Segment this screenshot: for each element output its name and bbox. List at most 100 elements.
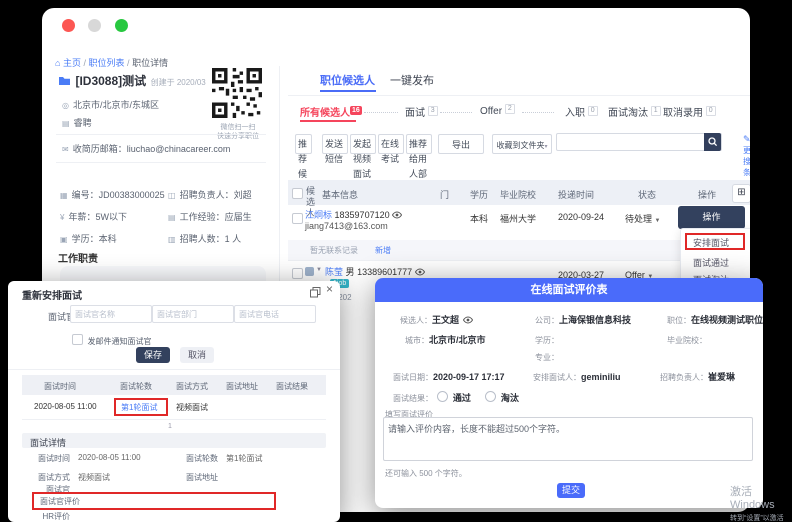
- window-controls: [62, 19, 137, 37]
- row2-checkbox[interactable]: [292, 268, 303, 279]
- field-degree: 学历：: [535, 330, 559, 348]
- subtab-interview[interactable]: 面试 3: [405, 104, 438, 119]
- row1-status-dropdown[interactable]: 待处理 ▼: [625, 212, 660, 225]
- home-icon[interactable]: ⌂: [55, 58, 60, 68]
- fail-label[interactable]: 淘汰: [501, 393, 519, 403]
- briefcase-icon: ▤: [168, 213, 176, 222]
- subtab-all-candidates[interactable]: 所有候选人16: [300, 104, 362, 119]
- th-result: 面试结果: [276, 381, 308, 392]
- recommend-candidate-button[interactable]: 推荐候选人: [295, 134, 312, 154]
- menu-item-interview-pass[interactable]: 面试通过: [693, 256, 729, 269]
- search-button[interactable]: [704, 133, 721, 151]
- badge-interview: 3: [428, 106, 438, 116]
- search-icon: [708, 137, 717, 146]
- select-all-checkbox[interactable]: [292, 188, 303, 199]
- field-candidate: 候选人：王文超: [400, 310, 473, 328]
- column-settings-button[interactable]: ⊞: [732, 184, 750, 203]
- add-contact-link[interactable]: 新增: [375, 245, 391, 256]
- pipeline-connector: [440, 112, 472, 114]
- breadcrumb: ⌂ 主页 / 职位列表 / 职位详情: [55, 56, 168, 69]
- col-apply-date: 投递时间: [558, 188, 594, 201]
- job-id-field: ▦编号：JD00383000025: [60, 188, 165, 201]
- search-input[interactable]: [556, 133, 722, 151]
- expand-row-icon[interactable]: ▼: [316, 267, 322, 273]
- round-link[interactable]: 第1轮面试: [121, 402, 166, 413]
- job-location-row: ◎北京市/北京市/东城区: [62, 98, 159, 111]
- comment-textarea[interactable]: [383, 417, 753, 461]
- pagination[interactable]: 1: [168, 423, 172, 430]
- fail-radio[interactable]: [485, 391, 496, 402]
- pass-radio[interactable]: [437, 391, 448, 402]
- col-status: 状态: [638, 188, 656, 201]
- th-method: 面试方式: [176, 381, 208, 392]
- breadcrumb-job-list[interactable]: 职位列表: [89, 58, 125, 68]
- grid-icon: ⊞: [737, 187, 745, 198]
- candidate-name-link[interactable]: 陈莹: [325, 267, 343, 277]
- close-window-icon[interactable]: [62, 19, 75, 32]
- row1-action-button[interactable]: 操作: [678, 206, 745, 229]
- favorite-folder-dropdown[interactable]: 收藏到文件夹▾: [492, 134, 552, 154]
- save-button[interactable]: 保存: [136, 347, 170, 363]
- recommend-to-dept-button[interactable]: 推荐给用人部门: [406, 134, 432, 154]
- resume-doc-icon[interactable]: [305, 267, 314, 276]
- breadcrumb-sep: /: [127, 58, 130, 68]
- col-door: 门: [440, 188, 449, 201]
- badge-offer: 2: [505, 104, 515, 114]
- online-exam-button[interactable]: 在线考试: [378, 134, 404, 154]
- candidate-name-link[interactable]: 江炯标: [305, 210, 332, 220]
- building-icon: ▤: [62, 119, 70, 128]
- field-position: 职位：在线视频测试职位: [667, 310, 763, 328]
- eye-icon[interactable]: [392, 211, 402, 219]
- minimize-window-icon[interactable]: [88, 19, 101, 32]
- job-company-row: ▤ 睿聘: [62, 116, 92, 129]
- chevron-down-icon: ▾: [544, 144, 547, 150]
- th-round: 面试轮数: [120, 381, 152, 392]
- tab-publish[interactable]: 一键发布: [390, 72, 434, 88]
- export-button[interactable]: 导出: [438, 134, 484, 154]
- notify-checkbox[interactable]: [72, 334, 83, 345]
- eye-icon[interactable]: [463, 316, 473, 324]
- detail-hr-label: HR评价: [22, 511, 70, 522]
- job-exp-field: ▤工作经验：应届生: [168, 210, 252, 223]
- interviewer-phone-input[interactable]: [234, 305, 316, 323]
- submit-button[interactable]: 提交: [557, 483, 585, 498]
- field-school: 毕业院校：: [667, 330, 707, 348]
- menu-item-schedule-interview[interactable]: 安排面试: [693, 236, 743, 249]
- degree-icon: ▣: [60, 235, 68, 244]
- close-icon[interactable]: ×: [326, 282, 333, 296]
- expand-icon[interactable]: [310, 287, 321, 298]
- job-company: 睿聘: [74, 118, 92, 128]
- divider: [8, 369, 340, 370]
- interviewer-dept-input[interactable]: [152, 305, 234, 323]
- folder-icon: [58, 75, 71, 86]
- windows-watermark: 激活 Windows 转到“设置”以激活 Windows。: [730, 483, 792, 522]
- detail-title: 面试详情: [30, 436, 66, 449]
- tab-candidates[interactable]: 职位候选人: [320, 72, 375, 88]
- breadcrumb-job-detail: 职位详情: [132, 58, 168, 68]
- divider: [56, 134, 266, 135]
- pass-label[interactable]: 通过: [453, 393, 471, 403]
- cancel-button[interactable]: 取消: [180, 347, 214, 363]
- divider: [288, 95, 750, 96]
- candidate-gender: 男: [346, 267, 355, 277]
- more-filters-button[interactable]: ✎ 更多搜索条件: [743, 134, 750, 178]
- eye-icon[interactable]: [415, 268, 425, 276]
- email-value: liuchao@chinacareer.com: [127, 144, 231, 154]
- subtab-cancelled[interactable]: 取消录用 0: [663, 104, 716, 119]
- field-owner: 招聘负责人：崔爱琳: [660, 367, 735, 385]
- subtab-rejected[interactable]: 面试淘汰 1: [608, 104, 661, 119]
- candidate-phone: 18359707120: [335, 210, 390, 220]
- start-video-interview-button[interactable]: 发起视频面试: [350, 134, 376, 154]
- subtab-offer[interactable]: Offer 2: [480, 104, 515, 117]
- badge-all: 16: [350, 106, 362, 115]
- detail-round-value: 第1轮面试: [226, 453, 262, 464]
- annotation-box: 安排面试: [685, 233, 745, 250]
- breadcrumb-home[interactable]: 主页: [63, 58, 81, 68]
- row1-checkbox[interactable]: [292, 213, 303, 224]
- send-sms-button[interactable]: 发送短信: [322, 134, 348, 154]
- subtab-underline: [300, 120, 356, 122]
- interviewer-name-input[interactable]: [70, 305, 152, 323]
- job-title: [ID3088]测试: [75, 74, 146, 88]
- subtab-onboard[interactable]: 入职 0: [565, 104, 598, 119]
- maximize-window-icon[interactable]: [115, 19, 128, 32]
